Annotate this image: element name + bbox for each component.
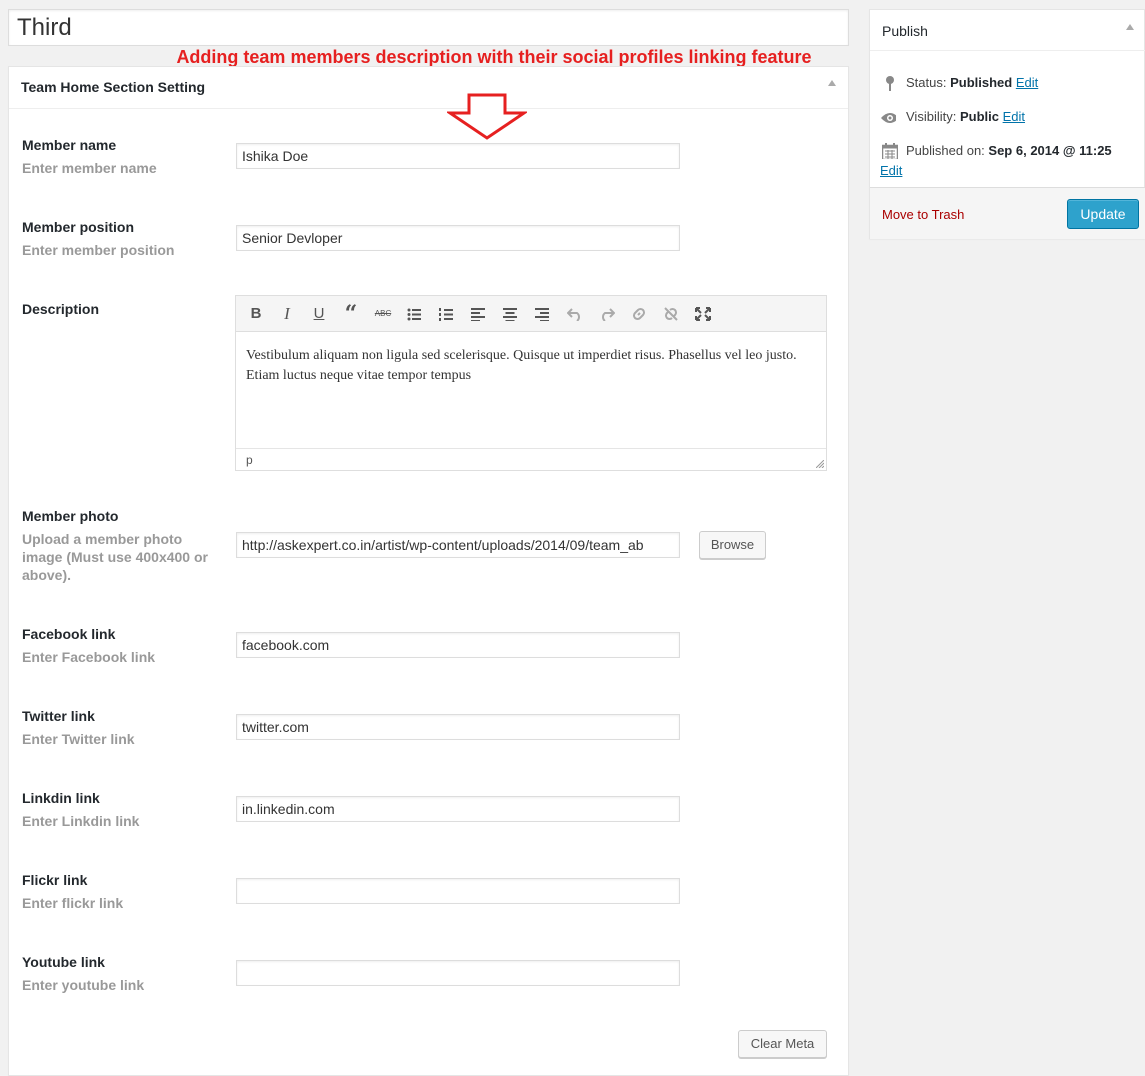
- status-value: Published: [950, 75, 1013, 90]
- published-on-label: Published on:: [906, 143, 985, 158]
- youtube-link-input[interactable]: [236, 960, 680, 986]
- underline-icon[interactable]: U: [307, 302, 331, 326]
- update-button[interactable]: Update: [1067, 199, 1139, 229]
- facebook-link-help: Enter Facebook link: [22, 649, 156, 665]
- fullscreen-icon[interactable]: [695, 307, 711, 321]
- clear-meta-button[interactable]: Clear Meta: [738, 1030, 827, 1058]
- resize-handle-icon[interactable]: [816, 460, 824, 468]
- unlink-icon[interactable]: [663, 306, 679, 322]
- calendar-icon: [882, 143, 898, 159]
- post-title-input[interactable]: Third: [8, 9, 849, 46]
- collapse-arrow-icon[interactable]: [828, 80, 836, 86]
- youtube-link-help: Enter youtube link: [22, 977, 145, 993]
- editor-status-path: p: [236, 448, 826, 470]
- pin-icon: [886, 76, 894, 91]
- editor-toolbar: B I U “ ABC: [236, 296, 826, 332]
- metabox-header[interactable]: Team Home Section Setting: [9, 67, 848, 109]
- visibility-edit-link[interactable]: Edit: [1003, 109, 1025, 124]
- linkedin-link-help: Enter Linkdin link: [22, 813, 140, 829]
- undo-icon[interactable]: [567, 307, 583, 321]
- status-label: Status:: [906, 75, 947, 90]
- member-name-label: Member name: [22, 137, 117, 153]
- editor-content[interactable]: Vestibulum aliquam non ligula sed sceler…: [246, 346, 816, 386]
- description-label: Description: [22, 301, 100, 317]
- member-name-input[interactable]: Ishika Doe: [236, 143, 680, 169]
- published-on-row: Published on: Sep 6, 2014 @ 11:25: [906, 143, 1112, 158]
- youtube-link-label: Youtube link: [22, 954, 105, 970]
- member-photo-help: Upload a member photo image (Must use 40…: [22, 531, 208, 583]
- blockquote-icon[interactable]: “: [339, 302, 363, 326]
- published-on-edit-link[interactable]: Edit: [880, 163, 902, 178]
- italic-icon[interactable]: I: [275, 302, 299, 326]
- publish-box: Publish Status: Published Edit Visibilit…: [869, 9, 1145, 239]
- publish-footer: Move to Trash Update: [870, 187, 1145, 239]
- status-row: Status: Published Edit: [906, 75, 1038, 90]
- member-name-help: Enter member name: [22, 160, 157, 176]
- down-arrow-icon: [447, 93, 527, 140]
- linkedin-link-label: Linkdin link: [22, 790, 100, 806]
- published-on-value: Sep 6, 2014 @ 11:25: [988, 143, 1112, 158]
- visibility-value: Public: [959, 109, 999, 124]
- annotation-text: Adding team members description with the…: [176, 47, 812, 67]
- member-position-label: Member position: [22, 219, 135, 235]
- team-metabox: Team Home Section Setting Member name En…: [8, 66, 849, 1076]
- facebook-link-label: Facebook link: [22, 626, 116, 642]
- linkedin-link-input[interactable]: in.linkedin.com: [236, 796, 680, 822]
- twitter-link-help: Enter Twitter link: [22, 731, 135, 747]
- member-photo-label: Member photo: [22, 508, 119, 524]
- status-edit-link[interactable]: Edit: [1016, 75, 1038, 90]
- browse-button[interactable]: Browse: [699, 531, 766, 559]
- align-center-icon[interactable]: [503, 308, 517, 321]
- member-position-help: Enter member position: [22, 242, 175, 258]
- member-position-input[interactable]: Senior Devloper: [236, 225, 680, 251]
- flickr-link-help: Enter flickr link: [22, 895, 124, 911]
- collapse-arrow-icon[interactable]: [1126, 24, 1134, 30]
- visibility-label: Visibility:: [906, 109, 957, 124]
- description-editor[interactable]: B I U “ ABC Vestibulum aliquam non ligul…: [235, 295, 827, 471]
- align-left-icon[interactable]: [471, 308, 485, 321]
- facebook-link-input[interactable]: facebook.com: [236, 632, 680, 658]
- align-right-icon[interactable]: [535, 308, 549, 321]
- strikethrough-icon[interactable]: ABC: [371, 302, 395, 326]
- twitter-link-label: Twitter link: [22, 708, 95, 724]
- flickr-link-input[interactable]: [236, 878, 680, 904]
- publish-header[interactable]: Publish: [870, 10, 1145, 51]
- eye-icon: [881, 113, 896, 123]
- twitter-link-input[interactable]: twitter.com: [236, 714, 680, 740]
- link-icon[interactable]: [631, 306, 647, 322]
- member-photo-input[interactable]: http://askexpert.co.in/artist/wp-content…: [236, 532, 680, 558]
- visibility-row: Visibility: Public Edit: [906, 109, 1025, 124]
- publish-title: Publish: [882, 23, 928, 39]
- bold-icon[interactable]: B: [244, 302, 268, 326]
- numbered-list-icon[interactable]: [439, 308, 453, 321]
- flickr-link-label: Flickr link: [22, 872, 88, 888]
- redo-icon[interactable]: [599, 307, 615, 321]
- metabox-title: Team Home Section Setting: [21, 79, 206, 95]
- bullet-list-icon[interactable]: [407, 308, 421, 321]
- move-to-trash-link[interactable]: Move to Trash: [882, 207, 964, 222]
